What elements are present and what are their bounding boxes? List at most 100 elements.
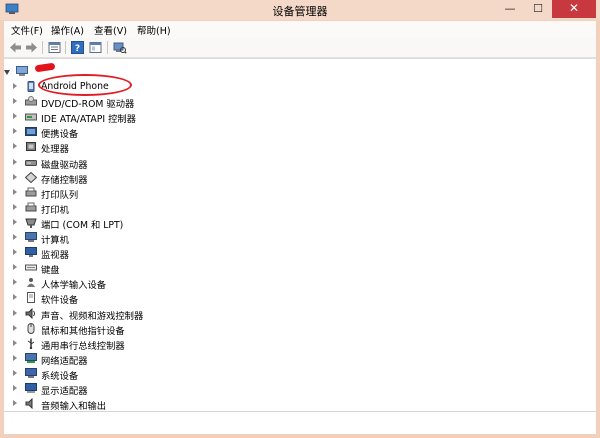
monitor-icon [25,247,37,258]
tree-item-label: 音频输入和输出 [41,401,107,413]
minimize-button[interactable]: — [496,0,524,18]
tree-item-label: 存储控制器 [41,174,88,186]
title-bar: 设备管理器 — ☐ ✕ [0,0,600,20]
network-adapter-icon [25,352,37,363]
tree-item-label: 人体学输入设备 [41,280,107,292]
tree-item[interactable]: 计算机 [13,231,313,246]
expand-arrow-icon[interactable] [13,128,17,135]
expand-arrow-icon[interactable] [13,234,17,240]
expand-arrow-icon[interactable] [13,279,17,286]
expand-arrow-icon[interactable] [13,83,17,89]
tree-item[interactable]: 音频输入和输出 [13,397,313,412]
maximize-button[interactable]: ☐ [524,0,552,18]
mouse-icon [27,322,35,334]
tree-item[interactable]: 显示适配器 [13,382,313,397]
tree-item-label: 显示适配器 [41,386,88,397]
expand-arrow-icon[interactable] [13,339,17,346]
expand-arrow-icon[interactable] [13,369,17,376]
status-bar [4,411,596,434]
expand-arrow-icon[interactable] [13,385,17,391]
menu-file[interactable]: 文件(F) [11,23,43,37]
tree-item[interactable]: 磁盘驱动器 [13,156,313,171]
menu-bar: 文件(F) 操作(A) 查看(V) 帮助(H) [4,21,596,38]
expand-arrow-icon[interactable] [13,113,17,120]
expand-arrow-icon[interactable] [13,264,17,271]
tree-item[interactable]: 端口 (COM 和 LPT) [13,216,313,231]
tree-item[interactable]: 通用串行总线控制器 [13,337,313,352]
expand-arrow-icon[interactable] [13,98,17,105]
expand-arrow-icon[interactable] [13,294,17,301]
tree-item[interactable]: 网络适配器 [13,352,313,367]
tree-item[interactable]: 监视器 [13,246,313,261]
toolbar: ? [4,38,596,58]
menu-action[interactable]: 操作(A) [51,23,84,37]
tree-item[interactable]: 声音、视频和游戏控制器 [13,307,313,322]
menu-view[interactable]: 查看(V) [94,23,127,37]
expand-arrow-icon[interactable] [13,158,17,165]
forward-icon[interactable] [24,40,39,55]
show-hide-icon[interactable] [88,40,103,55]
tree-item-label: 打印机 [41,204,69,216]
display-adapter-icon [25,383,37,393]
port-icon [25,218,37,228]
expand-arrow-icon[interactable] [13,143,17,150]
expand-arrow-icon[interactable] [13,188,17,195]
expand-arrow-icon[interactable] [13,173,17,180]
close-button[interactable]: ✕ [552,0,596,18]
expand-arrow-icon[interactable] [13,218,17,225]
print-queue-icon [25,187,37,197]
toolbar-separator [65,41,66,54]
tree-item[interactable]: 键盘 [13,261,313,276]
computer-root-icon [16,66,28,76]
tree-item[interactable]: 存储控制器 [13,171,313,186]
system-device-icon [25,367,37,378]
scan-hardware-icon[interactable] [112,40,127,55]
tree-item-label: 网络适配器 [41,355,88,367]
expand-arrow-icon[interactable] [13,400,17,407]
expand-arrow-icon[interactable] [13,249,17,256]
audio-io-icon [25,398,33,410]
tree-item[interactable]: 便携设备 [13,125,313,140]
tree-item-label: 便携设备 [41,129,79,141]
hid-icon [27,278,35,288]
computer-icon [25,232,37,242]
sound-icon [25,307,35,319]
properties-icon[interactable] [47,40,62,55]
tree-item-label: 声音、视频和游戏控制器 [41,310,144,322]
tree-item-label: 鼠标和其他指针设备 [41,325,125,337]
expand-arrow-icon[interactable] [13,203,17,210]
tree-item[interactable]: 人体学输入设备 [13,276,313,291]
tree-item-label: 端口 (COM 和 LPT) [41,219,124,231]
tree-item-label: 处理器 [41,144,69,156]
tree-item-label: 通用串行总线控制器 [41,340,125,352]
toolbar-separator [107,41,108,54]
device-tree: Android Phone DVD/CD-ROM 驱动器 IDE ATA/ATAPI… [4,58,596,412]
tree-item[interactable]: 系统设备 [13,367,313,382]
menu-help[interactable]: 帮助(H) [137,23,171,37]
svg-text:?: ? [75,44,80,54]
tree-item-label: IDE ATA/ATAPI 控制器 [41,114,136,126]
storage-controller-icon [25,171,37,183]
tree-item[interactable]: IDE ATA/ATAPI 控制器 [13,110,313,125]
collapse-arrow-icon[interactable] [4,70,10,75]
processor-icon [26,142,36,152]
expand-arrow-icon[interactable] [13,354,17,361]
toolbar-separator [42,41,43,54]
help-icon[interactable]: ? [70,40,85,55]
expand-arrow-icon[interactable] [13,324,17,331]
tree-item[interactable]: 鼠标和其他指针设备 [13,322,313,337]
annotation-circle [38,74,132,96]
back-icon[interactable] [8,40,23,55]
tree-item[interactable]: 打印队列 [13,186,313,201]
portable-device-icon [25,127,37,137]
tree-item-label: 打印队列 [41,189,79,201]
phone-icon [27,81,35,92]
ide-controller-icon [25,113,37,121]
keyboard-icon [25,264,37,271]
tree-item[interactable]: 处理器 [13,140,313,155]
tree-item[interactable]: 打印机 [13,201,313,216]
tree-item[interactable]: DVD/CD-ROM 驱动器 [13,95,313,110]
tree-item[interactable]: 软件设备 [13,291,313,306]
tree-item-label: 系统设备 [41,370,79,382]
expand-arrow-icon[interactable] [13,309,17,316]
